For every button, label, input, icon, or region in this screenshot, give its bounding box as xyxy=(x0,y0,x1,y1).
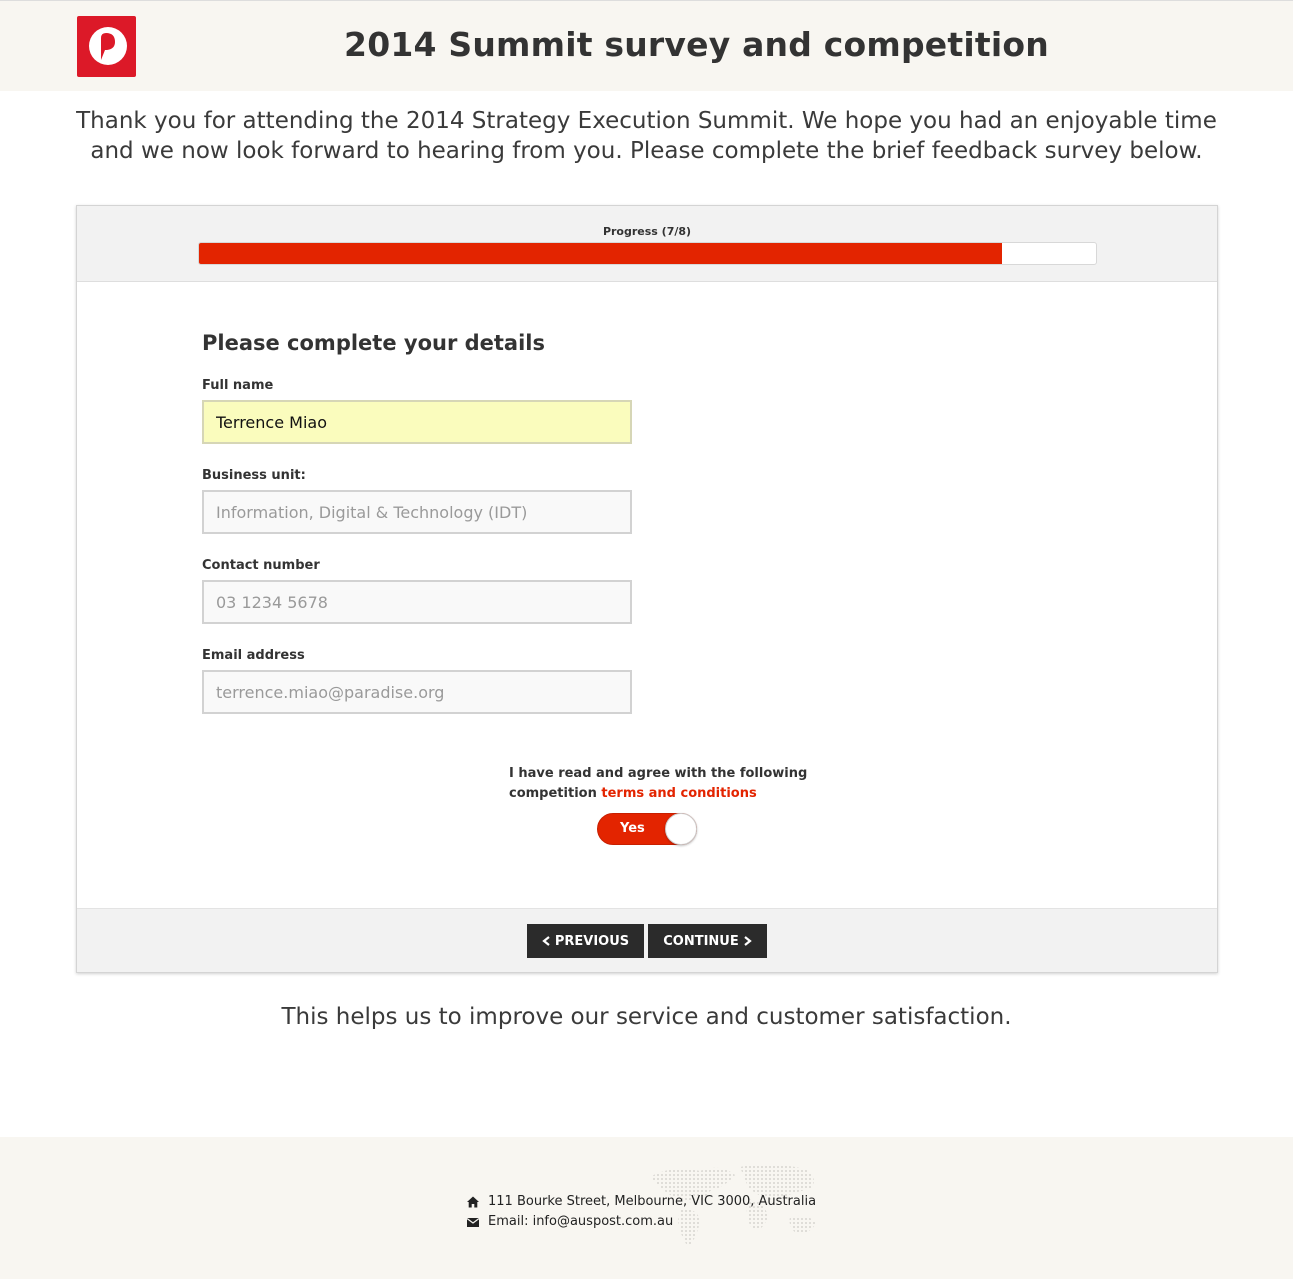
contact-number-field-group: Contact number xyxy=(202,558,902,624)
progress-bar xyxy=(198,242,1097,265)
survey-panel: Progress (7/8) Please complete your deta… xyxy=(76,205,1218,973)
footer-email-text: Email: info@auspost.com.au xyxy=(488,1214,674,1229)
full-name-input[interactable] xyxy=(202,400,632,444)
contact-number-label: Contact number xyxy=(202,558,320,573)
chevron-left-icon xyxy=(542,936,550,946)
continue-label: CONTINUE xyxy=(663,933,739,949)
details-form: Please complete your details Full name B… xyxy=(202,331,902,738)
form-title: Please complete your details xyxy=(202,331,545,355)
full-name-label: Full name xyxy=(202,378,274,393)
intro-text: Thank you for attending the 2014 Strateg… xyxy=(76,108,1217,164)
terms-toggle[interactable]: Yes xyxy=(597,813,697,845)
footer-address: 111 Bourke Street, Melbourne, VIC 3000, … xyxy=(466,1194,816,1209)
previous-button[interactable]: PREVIOUS xyxy=(527,924,644,958)
continue-button[interactable]: CONTINUE xyxy=(648,924,767,958)
footer: 111 Bourke Street, Melbourne, VIC 3000, … xyxy=(0,1137,1293,1279)
email-field-group: Email address xyxy=(202,648,902,714)
previous-label: PREVIOUS xyxy=(554,933,630,949)
business-unit-label: Business unit: xyxy=(202,468,306,483)
business-unit-field-group: Business unit: xyxy=(202,468,902,534)
terms-agreement: I have read and agree with the following… xyxy=(509,764,809,804)
bottom-note: This helps us to improve our service and… xyxy=(281,1004,1012,1030)
envelope-icon xyxy=(466,1217,480,1227)
business-unit-input[interactable] xyxy=(202,490,632,534)
email-label: Email address xyxy=(202,648,305,663)
footer-email: Email: info@auspost.com.au xyxy=(466,1214,673,1229)
full-name-field-group: Full name xyxy=(202,378,902,444)
toggle-label: Yes xyxy=(620,821,645,836)
toggle-knob xyxy=(665,813,697,845)
home-icon xyxy=(467,1196,479,1207)
auspost-logo-icon[interactable] xyxy=(77,16,136,77)
button-bar: PREVIOUS CONTINUE xyxy=(77,908,1217,972)
footer-address-text: 111 Bourke Street, Melbourne, VIC 3000, … xyxy=(488,1194,817,1209)
chevron-right-icon xyxy=(744,936,752,946)
terms-link[interactable]: terms and conditions xyxy=(601,786,756,801)
page-title: 2014 Summit survey and competition xyxy=(344,25,1049,64)
progress-bar-fill xyxy=(199,243,1002,264)
progress-label: Progress (7/8) xyxy=(602,225,692,238)
email-input[interactable] xyxy=(202,670,632,714)
progress-section: Progress (7/8) xyxy=(77,206,1217,282)
header-bar: 2014 Summit survey and competition xyxy=(0,0,1293,91)
contact-number-input[interactable] xyxy=(202,580,632,624)
